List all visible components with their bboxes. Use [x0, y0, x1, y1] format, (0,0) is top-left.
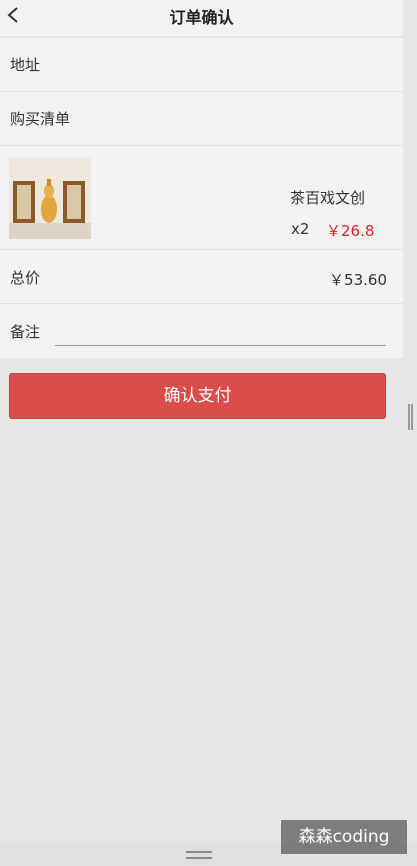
- resize-handle[interactable]: [408, 404, 413, 430]
- note-underline: [55, 345, 386, 346]
- address-label: 地址: [10, 56, 41, 74]
- app-header: 订单确认: [0, 0, 403, 36]
- order-panel: 地址 购买清单 茶百戏文创 x2 ￥26.8 总价 ￥53.60 备注: [0, 38, 403, 358]
- address-row[interactable]: 地址: [0, 38, 403, 92]
- total-value: ￥53.60: [329, 271, 387, 289]
- shopping-list-label: 购买清单: [10, 110, 71, 128]
- note-input[interactable]: [55, 320, 390, 346]
- note-label: 备注: [10, 323, 41, 341]
- shopping-list-row: 购买清单: [0, 92, 403, 146]
- product-quantity: x2: [291, 220, 310, 238]
- total-label: 总价: [10, 269, 41, 287]
- page-title: 订单确认: [169, 8, 234, 27]
- product-name: 茶百戏文创: [290, 189, 366, 207]
- menu-handle-icon[interactable]: [186, 851, 212, 859]
- watermark: 森森coding: [281, 820, 407, 854]
- product-thumbnail: [9, 157, 91, 239]
- confirm-pay-button[interactable]: 确认支付: [9, 373, 386, 419]
- product-price: ￥26.8: [326, 222, 375, 240]
